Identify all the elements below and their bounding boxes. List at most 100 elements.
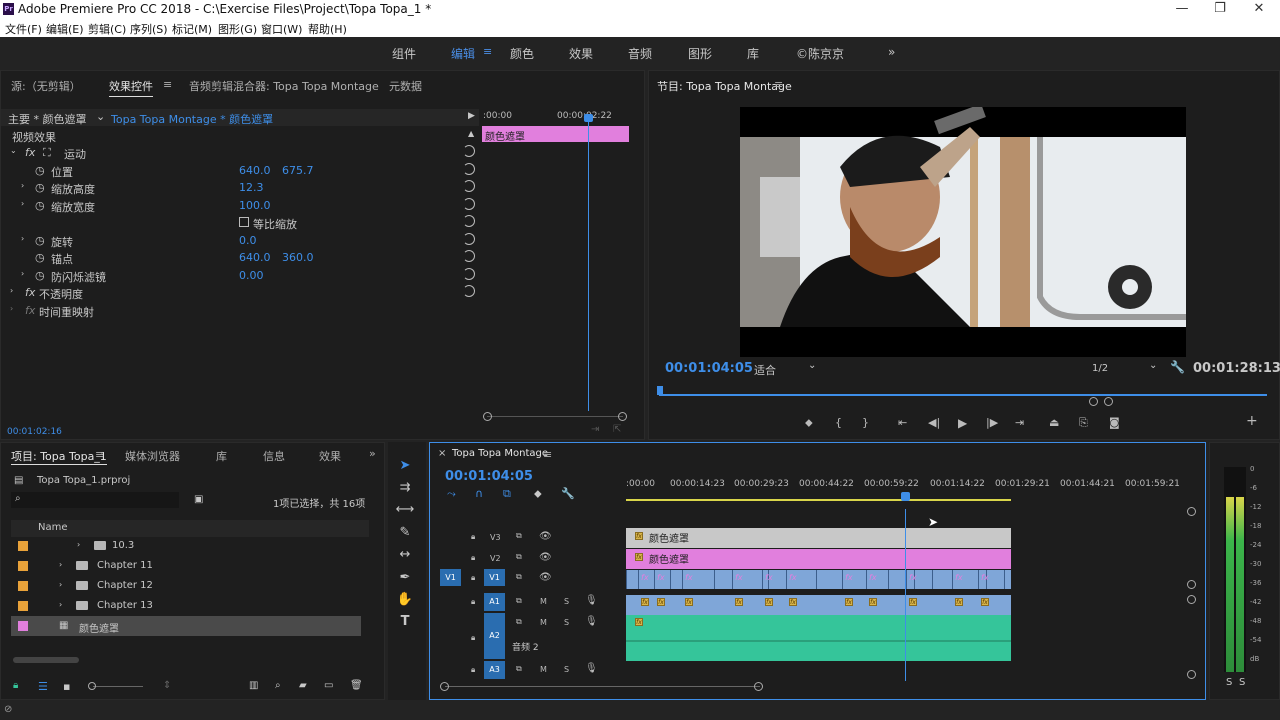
sync-lock-icon[interactable]: ⧉	[516, 572, 522, 582]
chevron-down-icon[interactable]: ⌄	[1149, 360, 1157, 371]
clip-v1-segment[interactable]	[932, 570, 933, 589]
workspace-assembly[interactable]: 组件	[392, 45, 416, 62]
vscroll-handle[interactable]	[1187, 580, 1196, 589]
menu-help[interactable]: 帮助(H)	[308, 21, 347, 37]
sync-lock-icon[interactable]: ⧉	[516, 617, 522, 627]
timeline-timecode[interactable]: 00:01:04:05	[445, 469, 533, 484]
clip-v1-segment[interactable]	[866, 570, 867, 589]
lock-icon[interactable]: 🔒︎	[471, 665, 475, 675]
ec-zoom-handle-left[interactable]	[483, 412, 492, 421]
expand-chevron-icon[interactable]: ›	[21, 234, 24, 243]
clip-v2[interactable]: fx 颜色遮罩	[626, 549, 1011, 569]
timeline-ruler[interactable]: :00:00 00:00:14:23 00:00:29:23 00:00:44:…	[626, 479, 1196, 493]
tab-metadata[interactable]: 元数据	[389, 78, 422, 94]
lock-icon[interactable]: 🔒︎	[471, 553, 475, 563]
program-zoom-handle[interactable]	[1104, 397, 1113, 406]
list-item[interactable]: › 10.3	[11, 536, 361, 556]
clip-v1-segment[interactable]	[732, 570, 733, 589]
reset-icon[interactable]	[463, 180, 475, 192]
clips-v1[interactable]: fx fx fx fx fx fx fx fx fx fx fx	[626, 570, 1011, 589]
clip-v1-segment[interactable]	[682, 570, 683, 589]
lift-icon[interactable]: ⏏	[1049, 416, 1059, 429]
program-title[interactable]: 节目: Topa Topa Montage	[657, 78, 792, 94]
workspace-menu-icon[interactable]: ≡	[483, 45, 492, 58]
trash-icon[interactable]: 🗑︎	[350, 680, 363, 691]
lock-icon[interactable]: 🔒︎	[471, 573, 475, 583]
tab-audio-clip-mixer[interactable]: 音频剪辑混合器: Topa Topa Montage	[189, 78, 379, 94]
reset-icon[interactable]	[463, 198, 475, 210]
clip-v1-segment[interactable]	[906, 570, 907, 589]
label-color-swatch[interactable]	[18, 601, 28, 611]
chevron-down-icon[interactable]: ⌄	[808, 360, 816, 371]
clip-v1-segment[interactable]	[714, 570, 715, 589]
project-hscroll[interactable]	[13, 657, 79, 663]
expand-chevron-icon[interactable]: ›	[10, 304, 13, 313]
clip-a2[interactable]: fx	[626, 615, 1011, 661]
vscroll-handle[interactable]	[1187, 670, 1196, 679]
panel-overflow-icon[interactable]: »	[369, 447, 376, 460]
program-scrubber[interactable]	[659, 394, 1267, 396]
workspace-effects[interactable]: 效果	[569, 45, 593, 62]
play-icon[interactable]: ▶	[958, 416, 967, 430]
workspace-editing[interactable]: 编辑	[451, 45, 475, 62]
mic-icon[interactable]: 🎙︎	[585, 595, 598, 606]
tab-sequence[interactable]: Topa Topa Montage	[452, 448, 548, 459]
vscroll-handle[interactable]	[1187, 595, 1196, 604]
ripple-edit-icon[interactable]: ⟷	[395, 502, 415, 520]
wrench-icon[interactable]: 🔧	[561, 487, 575, 500]
menu-graphics[interactable]: 图形(G)	[218, 21, 257, 37]
solo-button[interactable]: S	[564, 665, 569, 674]
mic-icon[interactable]: 🎙︎	[585, 663, 598, 674]
reset-icon[interactable]	[463, 145, 475, 157]
solo-left-button[interactable]: S	[1226, 677, 1232, 688]
slip-icon[interactable]: ↔	[395, 547, 415, 565]
track-label-a3[interactable]: A3	[484, 661, 505, 679]
menu-window[interactable]: 窗口(W)	[261, 21, 302, 37]
collapse-up-icon[interactable]: ▲	[468, 129, 474, 138]
ec-zoom-bar[interactable]	[487, 416, 623, 417]
extract-icon[interactable]: ⎘	[1079, 416, 1088, 430]
anchor-x-value[interactable]: 640.0	[239, 251, 271, 264]
sync-lock-icon[interactable]: ⧉	[516, 664, 522, 674]
tab-menu-icon[interactable]: ≡	[95, 448, 104, 461]
eye-icon[interactable]: 👁︎	[539, 572, 552, 583]
clip-v1-segment[interactable]	[842, 570, 843, 589]
menu-marker[interactable]: 标记(M)	[172, 21, 212, 37]
program-menu-icon[interactable]: ≡	[774, 78, 783, 91]
ec-mini-ruler[interactable]: :00:00 00:00:02:22	[481, 109, 631, 124]
filter-icon[interactable]: ⇥	[591, 424, 599, 435]
hand-icon[interactable]: ✋	[395, 592, 415, 610]
lock-icon[interactable]: 🔒︎	[471, 597, 475, 607]
timeline-playhead-handle[interactable]	[901, 492, 910, 501]
clip-v1-segment[interactable]	[786, 570, 787, 589]
workspace-color[interactable]: 颜色	[510, 45, 534, 62]
expand-chevron-icon[interactable]: ›	[21, 269, 24, 278]
list-item[interactable]: › Chapter 11	[11, 556, 361, 576]
list-item-selected[interactable]: ▦ 颜色遮罩	[11, 616, 361, 636]
label-color-swatch[interactable]	[18, 561, 28, 571]
mark-out-icon[interactable]: }	[862, 416, 869, 429]
workspace-audio[interactable]: 音频	[628, 45, 652, 62]
ec-sequence-label[interactable]: Topa Topa Montage * 颜色遮罩	[111, 111, 273, 127]
source-patch-v1[interactable]: V1	[440, 569, 461, 586]
clip-v3[interactable]: fx 颜色遮罩	[626, 528, 1011, 548]
ec-timecode[interactable]: 00:01:02:16	[7, 427, 62, 437]
play-triangle-icon[interactable]: ▶	[468, 111, 475, 121]
tab-effects[interactable]: 效果	[319, 448, 341, 464]
reset-icon[interactable]	[463, 285, 475, 297]
expand-chevron-icon[interactable]: ›	[59, 560, 62, 569]
track-label-v1[interactable]: V1	[484, 569, 505, 586]
mark-in-icon[interactable]: {	[835, 416, 842, 429]
tab-menu-icon[interactable]: ≡	[163, 78, 172, 91]
menu-sequence[interactable]: 序列(S)	[130, 21, 168, 37]
workspace-libraries[interactable]: 库	[747, 45, 759, 62]
menu-clip[interactable]: 剪辑(C)	[88, 21, 126, 37]
project-search-input[interactable]: ⌕	[11, 492, 179, 508]
label-color-swatch[interactable]	[18, 541, 28, 551]
expand-chevron-icon[interactable]: ›	[21, 181, 24, 190]
sync-lock-icon[interactable]: ⧉	[516, 596, 522, 606]
work-area-bar[interactable]	[626, 499, 1011, 501]
clips-a1[interactable]: fx fx fx fx fx fx fx fx fx fx fx	[626, 595, 1011, 615]
razor-icon[interactable]: ✎	[395, 525, 415, 543]
program-timecode[interactable]: 00:01:04:05	[665, 361, 753, 376]
